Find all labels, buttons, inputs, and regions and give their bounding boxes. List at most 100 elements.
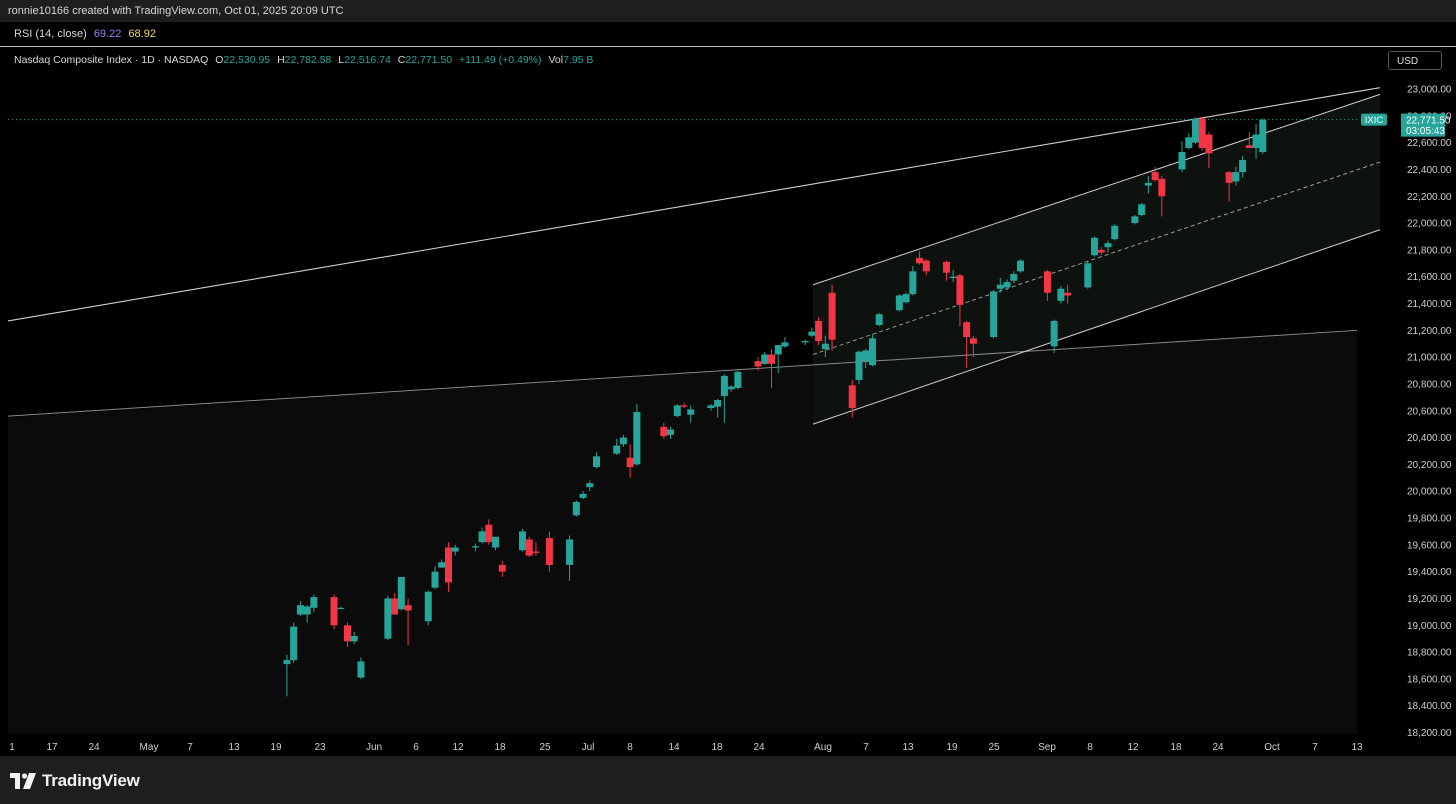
x-tick-label: 12 [452,742,464,753]
candle-body [1097,249,1105,253]
candle-body [424,591,432,622]
ohlc-legend: Nasdaq Composite Index · 1D · NASDAQ O22… [14,54,597,66]
x-tick-label: 24 [753,742,765,753]
open-value: 22,530.95 [223,54,271,66]
candle-body [613,445,621,454]
candle-body [808,331,816,336]
candle-body [720,375,728,397]
candle-body [781,342,789,347]
price-tag-value: 22,771.50 [1406,116,1451,127]
candle-body [303,606,311,615]
candle-body [1010,274,1018,281]
high-value: 22,782.58 [284,54,332,66]
candle-body [1003,282,1011,288]
candle [1050,319,1058,354]
currency-selector[interactable]: USD [1388,51,1442,70]
candle-body [855,351,863,380]
candle [855,350,863,384]
y-tick-label: 23,000.00 [1407,85,1452,96]
candle-body [949,276,957,279]
y-tick-label: 21,600.00 [1407,272,1452,283]
candle-body [451,547,459,552]
candle-body [1205,134,1213,154]
candle-body [714,400,722,407]
candle [1185,133,1193,150]
candle-body [828,292,836,340]
candle-body [1245,145,1253,148]
x-tick-label: 8 [627,742,633,753]
high-label: H [277,54,285,66]
rsi-value-1: 69.22 [93,28,122,40]
x-tick-label: Jul [582,742,595,753]
candle-body [1064,292,1072,296]
candle-body [633,412,641,465]
x-tick-label: 7 [863,742,869,753]
candle-body [922,260,930,272]
candle-body [586,483,594,488]
candle-body [942,261,950,273]
candle [518,528,526,552]
x-tick-label: 25 [539,742,551,753]
y-tick-label: 20,000.00 [1407,487,1452,498]
candle-body [397,576,405,610]
candle [384,595,392,640]
tradingview-logo[interactable]: TradingView [10,770,140,792]
candle [1091,236,1099,257]
candle-body [431,571,439,588]
symbol-title[interactable]: Nasdaq Composite Index · 1D · NASDAQ [14,54,208,66]
volume-value: 7.95 B [563,54,594,66]
candle-body [895,295,903,311]
candle-body [532,551,540,553]
rsi-indicator-strip[interactable]: RSI (14, close) 69.22 68.92 [0,22,1456,47]
candle-body [1084,263,1092,288]
rsi-value-2: 68.92 [128,28,156,40]
candle-body [1252,134,1260,148]
footer: TradingView [0,756,1456,804]
x-tick-label: 7 [187,742,193,753]
x-tick-label: Aug [814,742,832,753]
candle [815,316,823,346]
candle-body [963,322,971,338]
chart-stage[interactable]: 23,000.0022,800.0022,600.0022,400.0022,2… [0,22,1456,756]
candle [1084,261,1092,289]
x-tick-label: 13 [1351,742,1363,753]
candle [734,370,742,390]
y-tick-label: 21,400.00 [1407,299,1452,310]
candle-body [296,605,304,615]
candle-body [815,320,823,342]
candle-body [310,597,318,608]
change-value: +111.49 (+0.49%) [459,54,542,66]
low-value: 22,516.74 [344,54,391,66]
volume-label: Vol [548,54,564,66]
candle-body [619,437,627,445]
candle [1191,117,1199,144]
x-tick-label: 24 [88,742,100,753]
x-tick-label: 17 [46,742,58,753]
close-value: 22,771.50 [405,54,453,66]
candle [1111,224,1119,241]
candle-body [478,531,486,543]
y-tick-label: 22,200.00 [1407,192,1452,203]
candle [290,622,298,663]
y-tick-label: 21,800.00 [1407,245,1452,256]
candle-body [485,524,493,543]
candle [572,500,580,517]
candle-body [545,538,553,565]
candle-body [337,607,345,610]
candle-body [969,338,977,344]
candle [633,404,641,466]
x-tick-label: 1 [9,742,15,753]
candle-body [1144,182,1152,186]
candle-body [1225,172,1233,183]
candle-body [1104,243,1112,248]
price-chart[interactable]: 23,000.0022,800.0022,600.0022,400.0022,2… [0,22,1456,756]
x-tick-label: 19 [946,742,958,753]
candle-body [1191,118,1199,143]
candle [1178,141,1186,173]
candle-body [660,426,668,437]
candle-body [680,405,688,407]
header-credit: ronnie10166 created with TradingView.com… [0,0,1456,22]
candle [902,292,910,304]
x-tick-label: 8 [1087,742,1093,753]
x-tick-label: 18 [1170,742,1182,753]
